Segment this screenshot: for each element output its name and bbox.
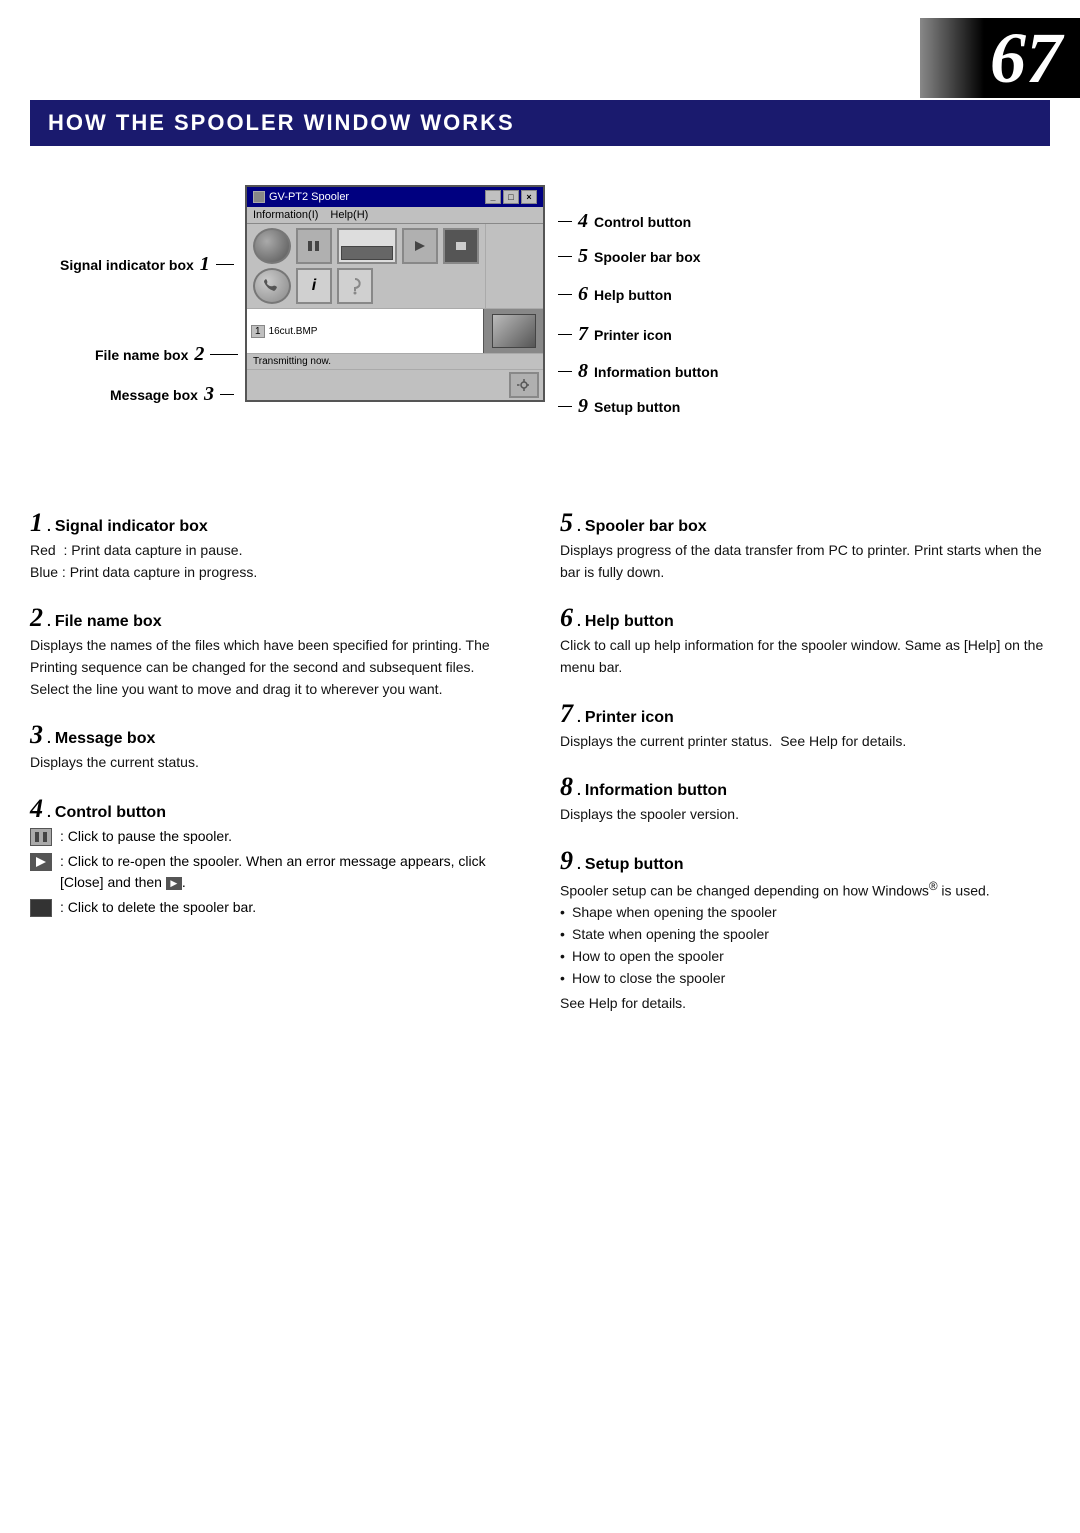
section-2-title: File name box (55, 613, 162, 631)
pause-btn (296, 228, 332, 264)
section-8: 8 . Information button Displays the spoo… (560, 774, 1050, 826)
page-number-text: 67 (990, 22, 1062, 94)
callout-printer-label: 7 Printer icon (558, 323, 672, 346)
section-4: 4 . Control button : Click to pause the … (30, 796, 520, 918)
right-column: 5 . Spooler bar box Displays progress of… (560, 510, 1050, 1037)
setup-button (509, 372, 539, 398)
spooler-title-icon (253, 191, 265, 203)
section-7-title: Printer icon (585, 709, 674, 727)
section-5-title: Spooler bar box (585, 518, 707, 536)
section-7-body: Displays the current printer status. See… (560, 731, 1050, 753)
control-subitem-1: : Click to pause the spooler. (30, 826, 520, 847)
section-5: 5 . Spooler bar box Displays progress of… (560, 510, 1050, 583)
section-8-body: Displays the spooler version. (560, 804, 1050, 826)
section-3-body: Displays the current status. (30, 752, 520, 774)
section-6-body: Click to call up help information for th… (560, 635, 1050, 678)
section-6-title: Help button (585, 613, 674, 631)
section-9-title: Setup button (585, 856, 684, 874)
section-4-title: Control button (55, 804, 166, 822)
header-bar: HOW THE SPOOLER WINDOW WORKS (30, 100, 1050, 146)
section-9: 9 . Setup button Spooler setup can be ch… (560, 848, 1050, 1015)
section-9-bullet-3: How to open the spooler (560, 946, 1050, 968)
callout-setup-label: 9 Setup button (558, 395, 680, 418)
section-9-num: 9 (560, 848, 573, 874)
main-content: 1 . Signal indicator box Red : Print dat… (30, 510, 1050, 1037)
section-9-body: Spooler setup can be changed depending o… (560, 878, 1050, 902)
left-column: 1 . Signal indicator box Red : Print dat… (30, 510, 520, 1037)
spooler-window-mockup: GV-PT2 Spooler _ □ × Information(I) Help… (245, 185, 545, 402)
page-number: 67 (920, 18, 1080, 98)
section-7-num: 7 (560, 701, 573, 727)
section-2-num: 2 (30, 605, 43, 631)
setup-btn-area (247, 369, 543, 400)
printer-icon (483, 309, 543, 353)
section-6-num: 6 (560, 605, 573, 631)
section-9-bullet-2: State when opening the spooler (560, 924, 1050, 946)
section-4-num: 4 (30, 796, 43, 822)
stop-btn (443, 228, 479, 264)
callout-message-label: Message box 3 (110, 383, 234, 406)
spooler-title-text: GV-PT2 Spooler (269, 191, 349, 203)
section-9-bullet-1: Shape when opening the spooler (560, 902, 1050, 924)
play-icon (30, 853, 52, 871)
section-8-num: 8 (560, 774, 573, 800)
signal-indicator-box (253, 228, 291, 264)
play-btn (402, 228, 438, 264)
message-box: Transmitting now. (247, 354, 543, 369)
spooler-top-row: i (247, 224, 543, 309)
section-5-num: 5 (560, 510, 573, 536)
section-3: 3 . Message box Displays the current sta… (30, 722, 520, 774)
section-3-title: Message box (55, 730, 155, 748)
delete-icon (30, 899, 52, 917)
info-button: i (296, 268, 332, 304)
page-title: HOW THE SPOOLER WINDOW WORKS (48, 110, 1032, 136)
section-1-num: 1 (30, 510, 43, 536)
pause-icon (30, 828, 52, 846)
section-9-footer: See Help for details. (560, 993, 1050, 1015)
spooler-bar-box (337, 228, 397, 264)
section-1-body: Red : Print data capture in pause. Blue … (30, 540, 520, 583)
callout-signal-label: Signal indicator box 1 (60, 253, 234, 276)
spooler-menubar: Information(I) Help(H) (247, 207, 543, 224)
section-5-body: Displays progress of the data transfer f… (560, 540, 1050, 583)
file-list-area: 1 16cut.BMP (247, 309, 543, 354)
section-7: 7 . Printer icon Displays the current pr… (560, 701, 1050, 753)
spooler-titlebar: GV-PT2 Spooler _ □ × (247, 187, 543, 207)
section-2: 2 . File name box Displays the names of … (30, 605, 520, 700)
section-8-title: Information button (585, 782, 727, 800)
section-3-num: 3 (30, 722, 43, 748)
control-subitem-2: : Click to re-open the spooler. When an … (30, 851, 520, 893)
section-2-body: Displays the names of the files which ha… (30, 635, 520, 700)
callout-help-label: 6 Help button (558, 283, 672, 306)
section-1-title: Signal indicator box (55, 518, 208, 536)
section-6: 6 . Help button Click to call up help in… (560, 605, 1050, 678)
filename-box: 1 16cut.BMP (247, 309, 483, 353)
control-subitem-3: : Click to delete the spooler bar. (30, 897, 520, 918)
phone-indicator (253, 268, 291, 304)
callout-control-label: 4 Control button (558, 210, 691, 233)
section-1: 1 . Signal indicator box Red : Print dat… (30, 510, 520, 583)
section-9-bullet-4: How to close the spooler (560, 968, 1050, 990)
callout-info-label: 8 Information button (558, 360, 718, 383)
callout-filename-label: File name box 2 (95, 343, 238, 366)
help-button (337, 268, 373, 304)
callout-spooler-label: 5 Spooler bar box (558, 245, 701, 268)
diagram-section: Signal indicator box 1 File name box 2 M… (30, 155, 1050, 485)
